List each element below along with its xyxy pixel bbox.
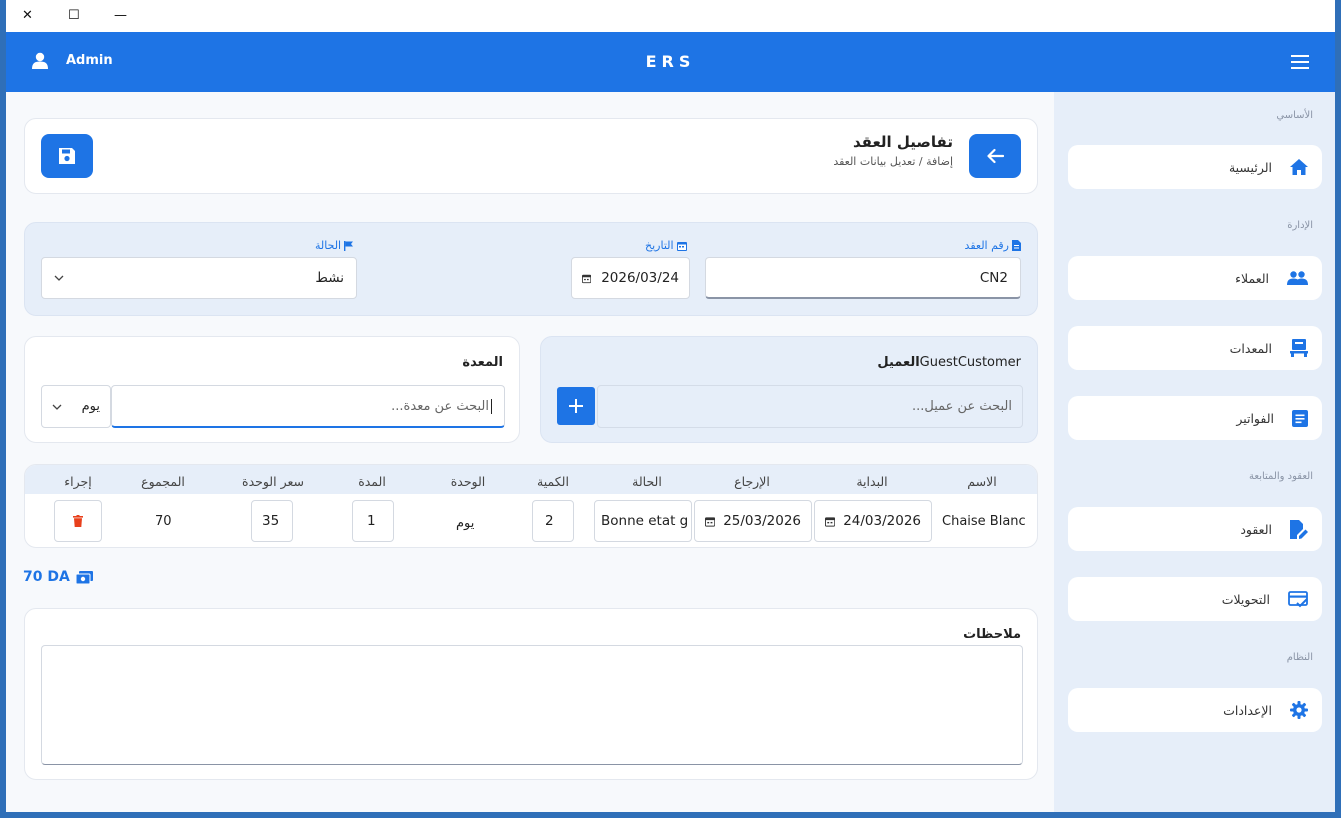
money-icon [75,570,93,584]
notes-card: ملاحظات [24,608,1038,780]
sidebar-item-invoices[interactable]: الفواتير [1068,396,1322,440]
close-window-button[interactable]: ✕ [22,7,33,25]
calendar-icon [705,516,716,527]
sidebar-item-contracts[interactable]: العقود [1068,507,1322,551]
floppy-disk-icon [59,148,75,164]
row-unit-price-input[interactable]: 35 [251,500,293,542]
contract-info-card: رقم العقد CN2 التاريخ 2026/03/24 الحالة … [24,222,1038,316]
home-icon [1290,159,1308,175]
sidebar-item-settings[interactable]: الإعدادات [1068,688,1322,732]
grand-total: 70 DA [23,569,93,585]
equipment-search-input[interactable]: البحث عن معدة... [111,385,505,428]
sidebar-section-management: الإدارة [1287,220,1313,231]
chevron-down-icon [52,404,62,410]
row-return-date-input[interactable]: 25/03/2026 [694,500,812,542]
contract-number-label: رقم العقد [965,239,1021,252]
menu-icon [1291,55,1309,69]
sidebar-item-home[interactable]: الرئيسية [1068,145,1322,189]
gear-icon [1290,701,1308,719]
chevron-down-icon [54,275,64,281]
equipment-heading: المعدة [462,355,503,370]
column-header-action: إجراء [64,474,92,489]
file-edit-icon [1290,519,1308,539]
pallet-icon [1290,339,1308,357]
date-label: التاريخ [645,239,687,252]
row-start-date-input[interactable]: 24/03/2026 [814,500,932,542]
document-icon [1292,409,1308,427]
row-name: Chaise Blanc [942,514,1026,529]
app-title: ERS [645,52,696,71]
row-unit: يوم [456,516,475,531]
row-total: 70 [155,514,172,529]
customer-search-input[interactable]: البحث عن عميل... [597,385,1023,428]
plus-icon [569,399,583,413]
column-header-start: البداية [856,474,888,489]
customer-heading: العميلGuestCustomer [877,355,1021,370]
hamburger-menu-button[interactable] [1291,54,1309,73]
column-header-name: الاسم [967,474,997,489]
contract-number-input[interactable]: CN2 [705,257,1021,299]
main-content: تفاصيل العقد إضافة / تعديل بيانات العقد … [6,92,1054,812]
column-header-status: الحالة [632,474,662,489]
column-header-duration: المدة [358,474,386,489]
app-window: ✕ ☐ — Admin ERS تفاصيل العقد إضافة / تعد… [6,0,1335,812]
minimize-icon: — [114,8,127,23]
file-icon [1012,240,1021,251]
contract-date-input[interactable]: 2026/03/24 [571,257,690,299]
row-quantity-input[interactable]: 2 [532,500,574,542]
minimize-window-button[interactable]: — [114,7,127,25]
maximize-icon: ☐ [68,8,80,23]
column-header-return: الإرجاع [734,474,770,489]
column-header-unit-price: سعر الوحدة [242,474,304,489]
status-select[interactable]: نشط [41,257,357,299]
column-header-total: المجموع [141,474,185,489]
selected-customer: GuestCustomer [919,355,1021,370]
page-header-card: تفاصيل العقد إضافة / تعديل بيانات العقد [24,118,1038,194]
app-header: Admin ERS [6,32,1335,92]
close-icon: ✕ [22,8,33,23]
title-bar: ✕ ☐ — [6,0,1335,32]
notes-textarea[interactable] [41,645,1023,765]
sidebar-item-transfers[interactable]: التحويلات [1068,577,1322,621]
delete-row-button[interactable] [54,500,102,542]
notes-label: ملاحظات [963,627,1021,642]
calendar-icon [582,274,592,283]
add-customer-button[interactable] [557,387,595,425]
row-status-input[interactable]: Bonne etat g [594,500,692,542]
row-duration-input[interactable]: 1 [352,500,394,542]
column-header-quantity: الكمية [537,474,569,489]
flag-icon [344,240,354,251]
status-label: الحالة [315,239,354,252]
page-title: تفاصيل العقد [853,133,953,151]
sidebar: الأساسي الرئيسية الإدارة العملاء المعدات… [1054,92,1335,812]
trash-icon [73,515,83,527]
unit-select[interactable]: يوم [41,385,111,428]
card-check-icon [1288,590,1308,607]
calendar-icon [825,516,836,527]
sidebar-item-customers[interactable]: العملاء [1068,256,1322,300]
page-subtitle: إضافة / تعديل بيانات العقد [833,155,953,168]
calendar-icon [676,241,687,251]
sidebar-section-contracts: العقود والمتابعة [1249,471,1313,482]
maximize-window-button[interactable]: ☐ [68,7,80,25]
equipment-card: المعدة يوم البحث عن معدة... [24,336,520,443]
customer-card: العميلGuestCustomer البحث عن عميل... [540,336,1038,443]
sidebar-section-system: النظام [1286,652,1313,663]
back-button[interactable] [969,134,1021,178]
column-header-unit: الوحدة [450,474,486,489]
sidebar-item-equipment[interactable]: المعدات [1068,326,1322,370]
sidebar-section-basic: الأساسي [1276,110,1313,121]
arrow-left-icon [987,148,1004,164]
save-button[interactable] [41,134,93,178]
users-icon [1287,271,1308,285]
grand-total-value: 70 DA [23,569,70,585]
